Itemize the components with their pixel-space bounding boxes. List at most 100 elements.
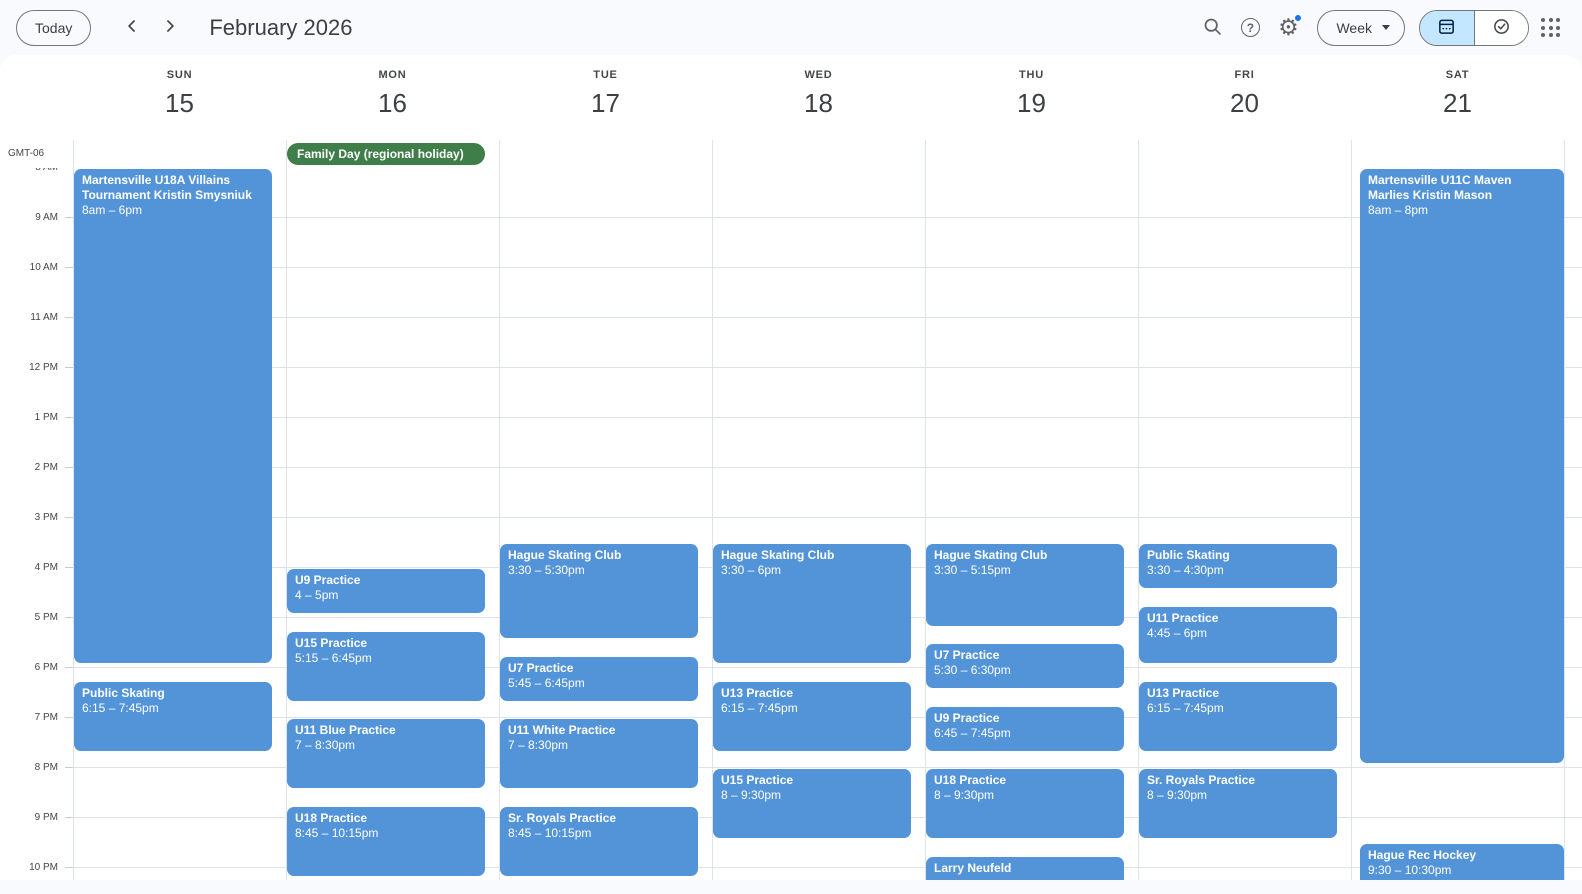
day-column-separator (1351, 168, 1352, 880)
event-title: U18 Practice (295, 810, 368, 825)
event-title: Sr. Royals Practice (508, 810, 617, 825)
event-chip[interactable]: U11 Blue Practice 7 – 8:30pm (287, 719, 485, 788)
event-time: 4:45 – 6pm (1147, 625, 1208, 640)
date-number[interactable]: 18 (712, 88, 925, 119)
event-time: 8 – 9:30pm (1147, 788, 1208, 802)
event-chip[interactable]: Public Skating 3:30 – 4:30pm (1139, 544, 1337, 588)
event-title: Martensville U18A Villains Tournament Kr… (82, 173, 252, 202)
event-chip[interactable]: U13 Practice 6:15 – 7:45pm (713, 681, 911, 751)
event-title: U18 Practice (934, 773, 1007, 787)
event-time: 6:15 – 7:45pm (1147, 700, 1224, 715)
weekday-label: MON (378, 69, 407, 81)
event-chip[interactable]: Hague Skating Club 3:30 – 5:15pm (926, 544, 1124, 626)
day-header-sat[interactable]: SAT 21 (1351, 55, 1564, 140)
event-time: 5:30 – 6:30pm (934, 663, 1011, 677)
day-header-sun[interactable]: SUN 15 (73, 55, 286, 140)
hour-tick (65, 217, 73, 218)
hour-label: 8 PM (34, 762, 58, 773)
day-header-tue[interactable]: TUE 17 (499, 55, 712, 140)
hour-label: 10 AM (29, 262, 58, 273)
view-selector-dropdown[interactable]: Week (1317, 9, 1405, 46)
google-apps-icon[interactable] (1541, 18, 1560, 37)
day-header-wed[interactable]: WED 18 (712, 55, 925, 140)
next-week-button[interactable] (151, 9, 189, 47)
event-chip[interactable]: Hague Rec Hockey 9:30 – 10:30pm (1360, 844, 1564, 880)
chevron-left-icon (122, 16, 142, 39)
day-header-mon[interactable]: MON 16 (286, 55, 499, 140)
search-icon (1202, 16, 1223, 40)
search-button[interactable] (1193, 9, 1231, 47)
today-button[interactable]: Today (16, 9, 92, 46)
event-chip[interactable]: U9 Practice 4 – 5pm (287, 569, 485, 613)
calendar-view-toggle[interactable] (1420, 10, 1474, 45)
event-chip[interactable]: U15 Practice 5:15 – 6:45pm (287, 631, 485, 701)
event-chip[interactable]: U18 Practice 8:45 – 10:15pm (287, 806, 485, 876)
event-chip[interactable]: U18 Practice 8 – 9:30pm (926, 769, 1124, 838)
all-day-column-separator (1564, 140, 1565, 168)
hour-tick (65, 667, 73, 668)
event-title: U15 Practice (295, 635, 368, 650)
event-time: 4 – 5pm (295, 588, 339, 602)
event-chip[interactable]: U13 Practice 6:15 – 7:45pm (1139, 681, 1337, 751)
calendar-grid[interactable]: 8 AM 9 AM 10 AM 11 AM 12 PM 1 PM 2 PM 3 PM 4 PM 5… (0, 168, 1582, 880)
day-header-thu[interactable]: THU 19 (925, 55, 1138, 140)
calendar-tasks-toggle (1419, 9, 1529, 46)
hour-label: 5 PM (34, 612, 58, 623)
top-app-bar: Today February 2026 ? ⚙ Week (0, 0, 1582, 55)
event-chip[interactable]: U15 Practice 8 – 9:30pm (713, 769, 911, 838)
previous-week-button[interactable] (113, 9, 151, 47)
event-chip[interactable]: U7 Practice 5:45 – 6:45pm (500, 656, 698, 701)
event-title: Hague Skating Club (508, 548, 622, 562)
all-day-column-separator (73, 140, 74, 168)
weekday-label: THU (1018, 69, 1044, 81)
date-number[interactable]: 17 (499, 88, 712, 119)
hour-label: 2 PM (34, 462, 58, 473)
hour-label: 6 PM (34, 662, 58, 673)
event-title: Hague Skating Club (721, 548, 835, 562)
event-chip[interactable]: Martensville U18A Villains Tournament Kr… (74, 169, 272, 663)
tasks-view-toggle[interactable] (1473, 10, 1528, 45)
event-chip[interactable]: Sr. Royals Practice 8 – 9:30pm (1139, 769, 1337, 838)
topbar-actions: ? ⚙ Week (1193, 9, 1570, 47)
weekday-label: FRI (1234, 69, 1255, 81)
notification-dot (1294, 13, 1303, 22)
hour-label: 1 PM (34, 412, 58, 423)
event-chip[interactable]: Hague Skating Club 3:30 – 5:30pm (500, 544, 698, 638)
event-time: 6:15 – 7:45pm (82, 700, 159, 715)
event-chip[interactable]: Larry Neufeld (926, 856, 1124, 880)
hour-tick (65, 367, 73, 368)
date-number[interactable]: 21 (1351, 88, 1564, 119)
all-day-event-chip[interactable]: Family Day (regional holiday) (287, 143, 485, 165)
hour-label: 9 PM (34, 812, 58, 823)
event-time: 8:45 – 10:15pm (295, 825, 379, 840)
all-day-column-separator (1351, 140, 1352, 168)
event-title: Hague Skating Club (934, 548, 1048, 562)
hour-tick (65, 517, 73, 518)
hour-grid-line (73, 517, 1582, 518)
day-header-fri[interactable]: FRI 20 (1138, 55, 1351, 140)
event-chip[interactable]: Hague Skating Club 3:30 – 6pm (713, 544, 911, 663)
date-number[interactable]: 19 (925, 88, 1138, 119)
event-chip[interactable]: U11 Practice 4:45 – 6pm (1139, 606, 1337, 663)
hour-label: 9 AM (35, 212, 58, 223)
hour-label: 12 PM (29, 362, 58, 373)
date-number[interactable]: 15 (73, 88, 286, 119)
date-number[interactable]: 20 (1138, 88, 1351, 119)
event-chip[interactable]: Sr. Royals Practice 8:45 – 10:15pm (500, 806, 698, 876)
event-chip[interactable]: U9 Practice 6:45 – 7:45pm (926, 706, 1124, 751)
event-title: U11 Practice (1147, 610, 1219, 625)
event-title: U7 Practice (934, 648, 1000, 662)
day-headers-row: SUN 15 MON 16 TUE 17 WED 18 THU 19 FRI 20 SAT 21 (73, 55, 1564, 140)
day-column-separator (1564, 168, 1565, 880)
settings-button[interactable]: ⚙ (1269, 9, 1307, 47)
date-number[interactable]: 16 (286, 88, 499, 119)
event-chip[interactable]: Public Skating 6:15 – 7:45pm (74, 681, 272, 751)
help-button[interactable]: ? (1231, 9, 1269, 47)
event-time: 3:30 – 6pm (721, 563, 782, 577)
event-title: Sr. Royals Practice (1147, 773, 1256, 787)
event-title: Larry Neufeld (934, 860, 1012, 875)
event-chip[interactable]: U11 White Practice 7 – 8:30pm (500, 719, 698, 788)
hour-grid-line (73, 217, 1582, 218)
event-chip[interactable]: U7 Practice 5:30 – 6:30pm (926, 644, 1124, 688)
event-chip[interactable]: Martensville U11C Maven Marlies Kristin … (1360, 169, 1564, 763)
